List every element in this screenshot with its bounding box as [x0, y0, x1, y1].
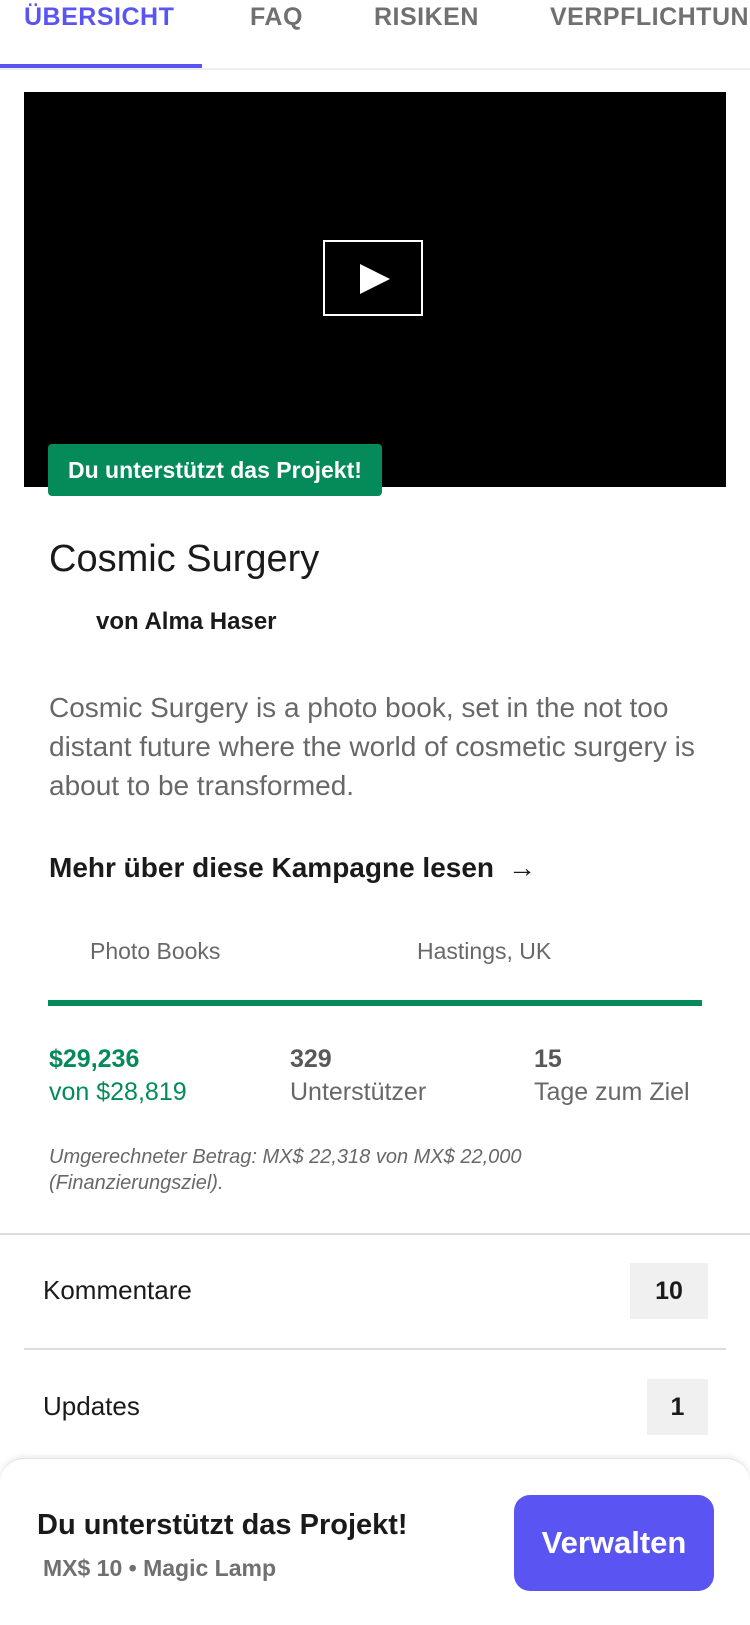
pledged-amount: $29,236: [49, 1045, 140, 1073]
funding-progress-bar: [48, 1000, 702, 1006]
comments-count-badge: 10: [630, 1263, 708, 1319]
tab-faq[interactable]: FAQ: [250, 0, 303, 34]
arrow-right-icon: →: [508, 852, 537, 883]
goal-amount: von $28,819: [49, 1078, 187, 1106]
pledge-status-title: Du unterstützt das Projekt!: [37, 1509, 408, 1541]
divider: [0, 1233, 750, 1235]
pledge-reward-summary: MX$ 10 • Magic Lamp: [43, 1555, 277, 1581]
active-tab-indicator: [0, 64, 202, 68]
tab-commitments[interactable]: VERPFLICHTUNGEN: [550, 0, 750, 34]
converted-amount-note: Umgerechneter Betrag: MX$ 22,318 von MX$…: [49, 1146, 522, 1194]
days-label: Tage zum Ziel: [534, 1078, 690, 1106]
divider: [24, 1348, 726, 1350]
funding-progress-fill: [48, 1000, 702, 1006]
backers-count: 329: [290, 1045, 332, 1073]
tab-risks[interactable]: RISIKEN: [374, 0, 479, 34]
project-blurb: Cosmic Surgery is a photo book, set in t…: [49, 692, 695, 801]
comments-row[interactable]: Kommentare: [43, 1275, 192, 1306]
updates-count-badge: 1: [647, 1379, 708, 1435]
days-count: 15: [534, 1045, 562, 1073]
backer-badge: Du unterstützt das Projekt!: [48, 444, 382, 496]
project-category[interactable]: Photo Books: [90, 938, 220, 965]
read-more-label: Mehr über diese Kampagne lesen: [49, 852, 495, 883]
project-location[interactable]: Hastings, UK: [417, 938, 551, 965]
creator-name[interactable]: von Alma Haser: [96, 608, 277, 636]
play-icon: [360, 264, 390, 294]
project-video[interactable]: [24, 92, 726, 487]
updates-row[interactable]: Updates: [43, 1391, 140, 1422]
tab-overview[interactable]: ÜBERSICHT: [24, 0, 174, 34]
manage-pledge-button[interactable]: Verwalten: [514, 1495, 714, 1591]
project-title: Cosmic Surgery: [49, 538, 320, 580]
read-more-link[interactable]: Mehr über diese Kampagne lesen →: [49, 852, 536, 884]
backers-label: Unterstützer: [290, 1078, 427, 1106]
tab-bar: ÜBERSICHT FAQ RISIKEN VERPFLICHTUNGEN: [0, 0, 750, 70]
pledge-status-bar: Du unterstützt das Projekt! MX$ 10 • Mag…: [0, 1458, 750, 1625]
play-button[interactable]: [323, 240, 423, 316]
